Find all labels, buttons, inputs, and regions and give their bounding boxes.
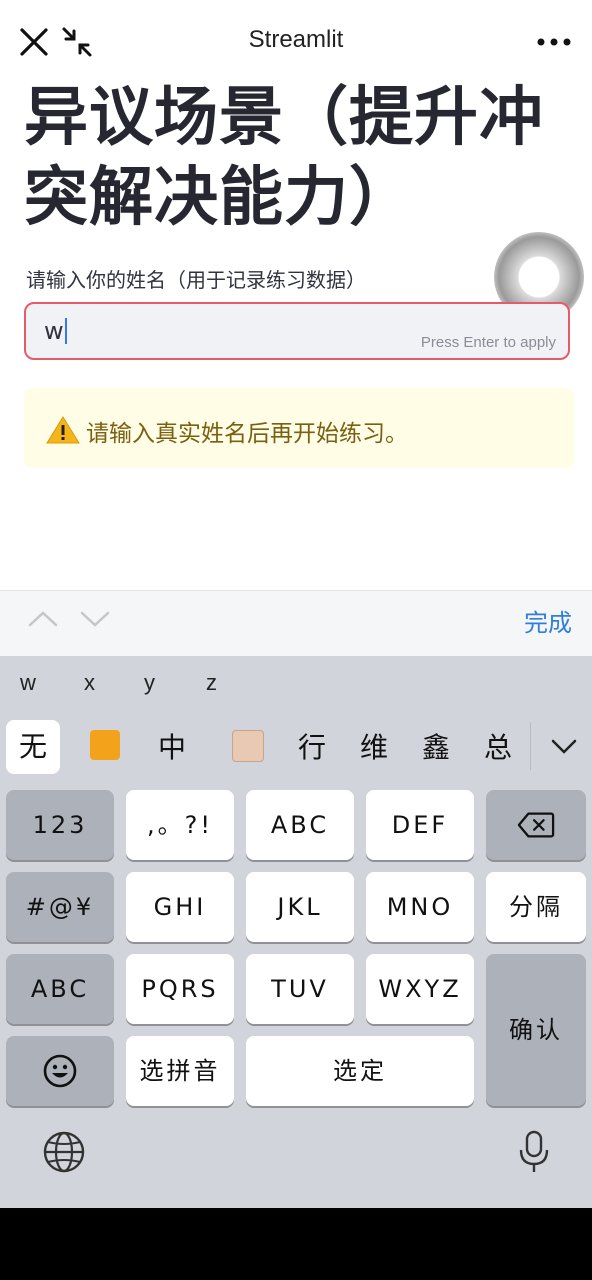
key-pqrs[interactable]: PQRS: [126, 954, 234, 1024]
key-ghi[interactable]: GHI: [126, 872, 234, 942]
backspace-icon: [517, 812, 555, 838]
candidate-word[interactable]: 鑫: [422, 726, 450, 766]
warning-alert: 请输入真实姓名后再开始练习。: [24, 388, 574, 468]
candidate-word[interactable]: 行: [298, 726, 326, 766]
pinyin-option[interactable]: w: [20, 670, 36, 696]
name-field-label: 请输入你的姓名（用于记录练习数据）: [26, 268, 366, 292]
keyboard: w x y z 无 中 行 维 鑫 总 123 ,。?! ABC DEF #@¥…: [0, 656, 592, 1208]
key-label: ABC: [270, 811, 330, 839]
previous-field-icon[interactable]: [28, 609, 58, 629]
key-label: MNO: [386, 893, 454, 921]
key-abc[interactable]: ABC: [246, 790, 354, 860]
candidate-divider: [530, 722, 531, 770]
key-label: PQRS: [141, 975, 219, 1003]
key-label: DEF: [391, 811, 449, 839]
key-jkl[interactable]: JKL: [246, 872, 354, 942]
key-label: WXYZ: [378, 975, 462, 1003]
page-title: 异议场景（提升冲突解决能力）: [24, 81, 544, 235]
candidate-word[interactable]: 总: [484, 726, 512, 766]
key-label: TUV: [271, 975, 329, 1003]
key-label: GHI: [153, 893, 207, 921]
globe-icon[interactable]: [42, 1130, 86, 1174]
key-label: ,。?!: [147, 811, 213, 839]
chevron-down-icon[interactable]: [550, 738, 578, 756]
key-def[interactable]: DEF: [366, 790, 474, 860]
candidate-word[interactable]: 中: [158, 726, 186, 766]
key-label: 选定: [333, 1057, 387, 1085]
key-label: ABC: [30, 975, 90, 1003]
emoji-key[interactable]: [6, 1036, 114, 1106]
keyboard-toolbar: 完成: [0, 590, 592, 657]
candidate-mahjong-icon[interactable]: [232, 730, 264, 762]
name-input[interactable]: w Press Enter to apply: [24, 302, 570, 360]
key-punctuation[interactable]: ,。?!: [126, 790, 234, 860]
key-mno[interactable]: MNO: [366, 872, 474, 942]
key-label: JKL: [277, 893, 323, 921]
confirm-key[interactable]: 确认: [486, 954, 586, 1106]
select-pinyin-key[interactable]: 选拼音: [126, 1036, 234, 1106]
warning-text: 请输入真实姓名后再开始练习。: [86, 421, 408, 447]
candidate-word[interactable]: 维: [360, 726, 388, 766]
separator-key[interactable]: 分隔: [486, 872, 586, 942]
select-key[interactable]: 选定: [246, 1036, 474, 1106]
key-symbols[interactable]: #@¥: [6, 872, 114, 942]
key-tuv[interactable]: TUV: [246, 954, 354, 1024]
app-title: Streamlit: [248, 26, 344, 53]
candidate-row: 无 中 行 维 鑫 总: [0, 712, 592, 780]
key-label: 分隔: [509, 893, 563, 921]
key-label: #@¥: [25, 893, 95, 921]
key-label: 选拼音: [139, 1057, 221, 1085]
done-button[interactable]: 完成: [524, 603, 572, 638]
top-bar: Streamlit: [0, 0, 592, 84]
more-options-icon[interactable]: [536, 28, 572, 56]
key-label: 123: [32, 811, 88, 839]
key-wxyz[interactable]: WXYZ: [366, 954, 474, 1024]
pinyin-option[interactable]: y: [144, 670, 155, 696]
input-hint: Press Enter to apply: [420, 334, 556, 351]
pinyin-option[interactable]: x: [84, 670, 95, 696]
emoji-icon: [43, 1054, 77, 1088]
candidate-emoji-icon[interactable]: [90, 730, 120, 760]
key-abc-switch[interactable]: ABC: [6, 954, 114, 1024]
pinyin-option[interactable]: z: [206, 670, 217, 696]
pinyin-options-row: w x y z: [0, 656, 592, 712]
home-indicator-area: [0, 1208, 592, 1280]
name-input-value[interactable]: w: [44, 318, 67, 344]
warning-icon: [46, 416, 80, 444]
key-123[interactable]: 123: [6, 790, 114, 860]
key-label: 确认: [509, 1016, 563, 1044]
backspace-key[interactable]: [486, 790, 586, 860]
microphone-icon[interactable]: [518, 1130, 550, 1174]
next-field-icon[interactable]: [80, 609, 110, 629]
candidate-word[interactable]: 无: [6, 720, 60, 774]
